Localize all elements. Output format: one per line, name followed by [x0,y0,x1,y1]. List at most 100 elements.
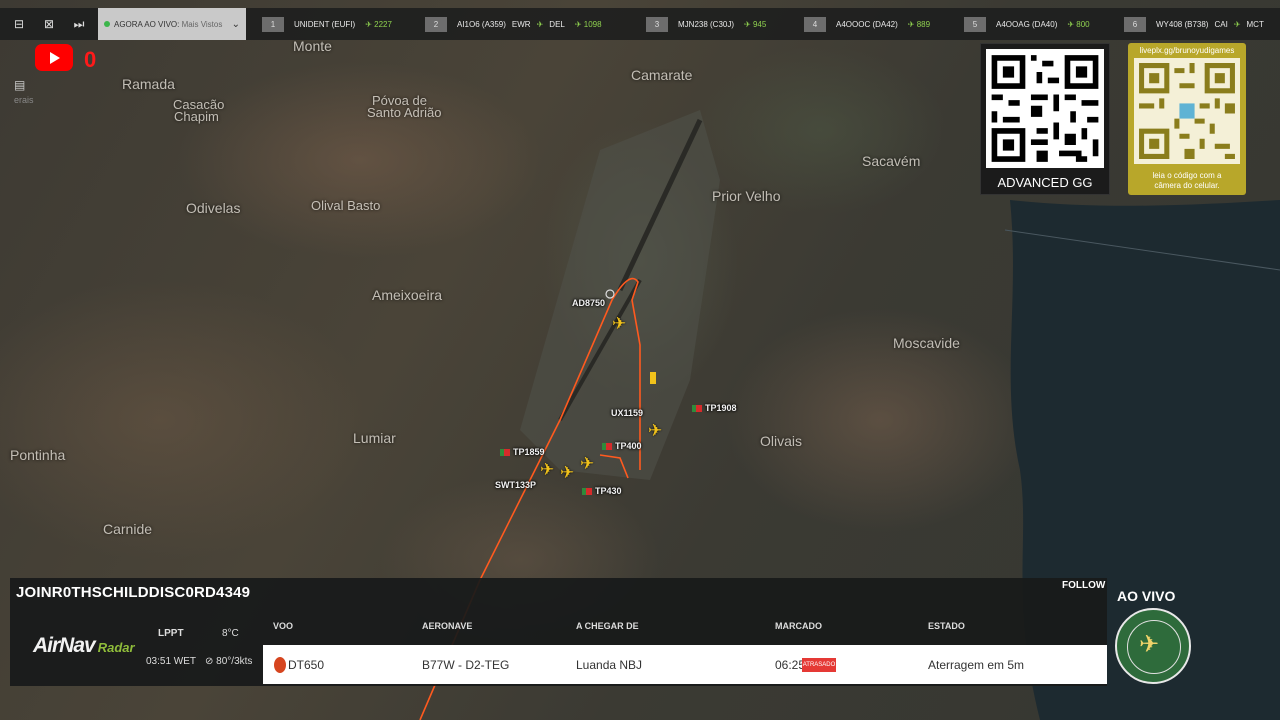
place-label: Ramada [122,76,175,92]
aircraft-callsign: TP430 [595,486,622,496]
flag-icon [692,405,702,413]
header-aircraft: AERONAVE [422,621,473,631]
live-view-select[interactable]: AGORA AO VIVO: Mais Vistos ⌄ [98,8,246,40]
route-plane-icon: ✈ [1233,19,1241,29]
plane-icon[interactable]: ✈ [540,461,554,478]
close-panel-icon[interactable]: ⊠ [38,13,60,35]
place-label: Olivais [760,433,803,449]
header-scheduled: MARCADO [775,621,822,631]
aircraft-label[interactable]: SWT133P [495,480,536,490]
side-menu-label: erais [14,95,34,105]
rank-flight: WY408 (B738) [1156,19,1209,29]
aircraft-label[interactable]: UX1159 [611,408,643,418]
rank-item[interactable]: 3 MJN238 (C30J) ✈ 945 [646,16,766,32]
rank-item[interactable]: 5 A4OOAG (DA40) ✈ 800 [964,16,1090,32]
cell-scheduled: 06:25 [775,658,806,672]
airport-area [520,110,720,480]
place-label: Olival Basto [311,198,381,213]
brand-sub: Radar [97,640,135,655]
aircraft-label[interactable]: TP1908 [692,403,737,413]
place-label: Ameixoeira [372,287,443,303]
delay-badge: ATRASADO [802,658,836,672]
route-from: CAI [1214,19,1228,29]
wind-value: 80°/3kts [216,656,253,667]
rank-count: ✈ 889 [907,19,931,29]
airnav-logo: AirNav Radar [33,634,135,658]
brand-name: AirNav [33,634,96,657]
rank-item[interactable]: 6 WY408 (B738) CAI ✈ MCT [1124,16,1264,32]
rank-number: 3 [646,16,668,32]
rank-number: 6 [1124,16,1146,32]
rank-flight: A4OOOC (DA42) [836,19,898,29]
place-label: Lumiar [353,430,396,446]
route-plane-icon: ✈ [536,19,544,29]
live-label: AO VIVO [1117,588,1176,604]
aircraft-callsign: AD8750 [572,298,606,308]
live-value: Mais Vistos [181,19,223,29]
rank-flight: A4OOAG (DA40) [996,19,1058,29]
wind-icon: ⊘ [205,656,214,667]
cell-from: Luanda NBJ [576,658,643,672]
viewer-callsign: JOINR0THSCHILDDISC0RD4349 [16,584,251,601]
aircraft-label[interactable]: TP430 [582,486,622,496]
qr-caption: leia o código com a câmera do celular. [1128,171,1246,191]
wind: ⊘ 80°/3kts [205,656,252,667]
aircraft-label[interactable]: AD8750 [572,298,605,308]
qr-code-image [986,49,1104,168]
place-label: Carnide [103,521,153,537]
rank-item[interactable]: 1 UNIDENT (EUFI) ✈ 2227 [262,16,392,32]
airline-logo-icon [274,657,286,673]
qr-panel-liveplx[interactable]: liveplx.gg/brunoyudigames leia o código … [1128,43,1246,195]
youtube-icon[interactable] [35,44,73,71]
side-menu-button[interactable]: ▤ erais [14,78,44,105]
place-label: Santo Adrião [367,105,442,120]
plane-icon[interactable]: ✈ [648,422,662,439]
qr-caption-line-1: leia o código com a [1152,171,1222,180]
qr-code-image [1134,58,1240,164]
skip-icon[interactable]: ⏭ [68,13,90,35]
plane-icon[interactable]: ✈ [560,464,574,481]
qr-url: liveplx.gg/brunoyudigames [1139,46,1235,55]
header-status: ESTADO [928,621,965,631]
rank-flight: UNIDENT (EUFI) [294,19,356,29]
follow-button[interactable]: FOLLOW [1062,580,1105,591]
rank-count: ✈ 800 [1067,19,1090,29]
channel-logo: ✈ [1115,608,1191,684]
aircraft-label[interactable]: TP400 [602,441,642,451]
rank-number: 1 [262,16,284,32]
place-label: Monte [293,38,332,54]
aircraft-callsign: TP400 [615,441,642,451]
sidebar-toggle-icon[interactable]: ⊟ [8,13,30,35]
place-label: Chapim [174,109,219,124]
place-label: Moscavide [893,335,960,351]
aircraft-callsign: SWT133P [495,480,537,490]
youtube-count: 0 [84,47,97,72]
airport-code: LPPT [158,628,184,639]
live-dot-icon [104,21,110,27]
route-from: EWR [511,19,531,29]
flag-icon [602,443,612,451]
place-label: Pontinha [10,447,66,463]
chevron-down-icon: ⌄ [231,18,240,30]
rank-count: ✈ 1098 [574,19,602,29]
cell-status: Aterragem em 5m [928,658,1025,672]
header-arriving: A CHEGAR DE [576,621,639,631]
rank-item[interactable]: 4 A4OOOC (DA42) ✈ 889 [804,16,930,32]
jet-icon: ✈ [1139,631,1160,658]
aircraft-label[interactable]: TP1859 [500,447,545,457]
rank-number: 4 [804,16,826,32]
place-label: Prior Velho [712,188,781,204]
flag-icon [500,449,510,457]
plane-icon[interactable]: ✈ [612,315,626,332]
vehicle-icon [650,372,656,384]
cell-aircraft: B77W - D2-TEG [422,658,510,672]
rank-flight: MJN238 (C30J) [678,19,735,29]
qr-panel-advanced[interactable]: ADVANCED GG [980,43,1110,195]
qr-caption-line-2: câmera do celular. [1154,181,1220,190]
rank-item[interactable]: 2 AI1O6 (A359) EWR ✈ DEL ✈ 1098 [425,16,602,32]
rank-flight: AI1O6 (A359) [457,19,506,29]
live-label: AGORA AO VIVO: [114,19,180,29]
plane-icon[interactable]: ✈ [580,455,594,472]
local-time: 03:51 WET [146,656,197,667]
route-to: MCT [1246,19,1264,29]
